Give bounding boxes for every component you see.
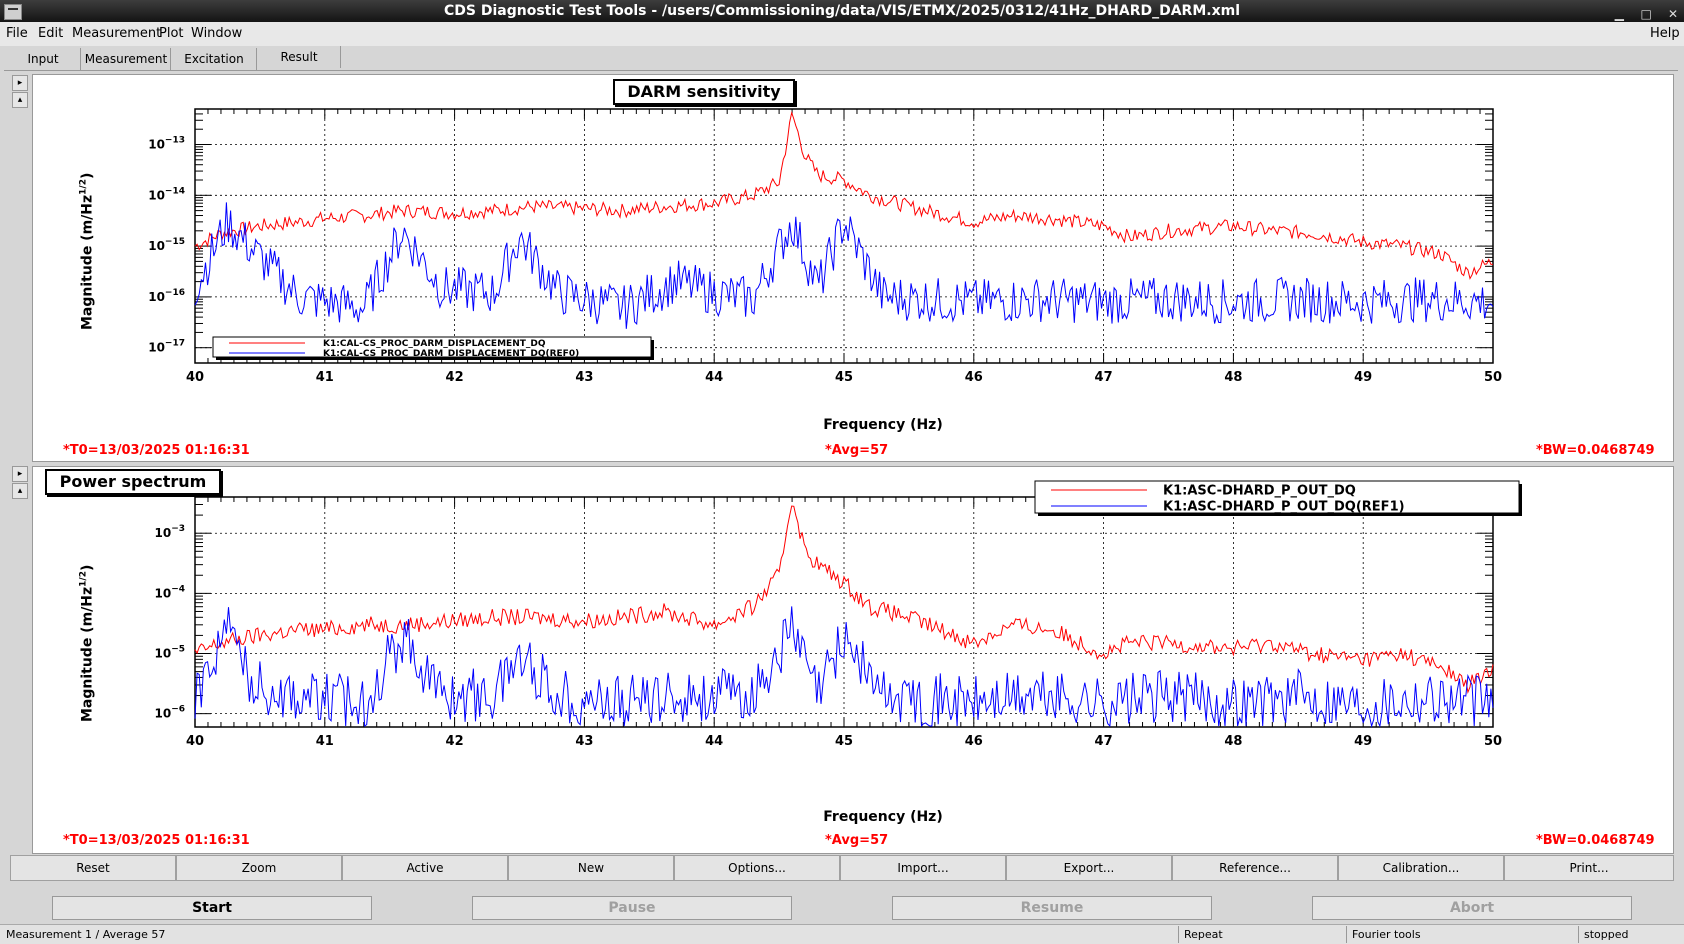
tab-result[interactable]: Result [258, 46, 341, 68]
legend-label: K1:CAL-CS_PROC_DARM_DISPLACEMENT_DQ [323, 339, 546, 349]
x-tick-label: 44 [705, 734, 723, 749]
x-axis-label: Frequency (Hz) [823, 809, 943, 825]
pause-button[interactable]: Pause [472, 896, 792, 920]
new-button[interactable]: New [508, 855, 674, 881]
x-tick-label: 47 [1095, 734, 1113, 749]
pad1-up-button[interactable]: ▴ [12, 92, 28, 108]
x-tick-label: 43 [575, 370, 593, 385]
x-tick-label: 42 [446, 370, 464, 385]
minimize-icon[interactable]: ▁ [1612, 7, 1626, 21]
y-tick-label: 10−3 [154, 524, 185, 540]
y-tick-label: 10−16 [148, 288, 185, 304]
status-measurement: Measurement 1 / Average 57 [6, 928, 166, 941]
tab-excitation[interactable]: Excitation [172, 48, 257, 70]
legend-label: K1:CAL-CS_PROC_DARM_DISPLACEMENT_DQ(REF0… [323, 349, 579, 359]
menubar: File Edit Measurement Plot Window Help [0, 22, 1684, 46]
x-tick-label: 48 [1224, 734, 1242, 749]
import-button[interactable]: Import... [840, 855, 1006, 881]
status-state: stopped [1584, 928, 1629, 941]
pad2-up-button[interactable]: ▴ [12, 483, 28, 499]
x-tick-label: 44 [705, 370, 723, 385]
window-menu-icon[interactable] [4, 4, 22, 20]
y-tick-label: 10−4 [154, 584, 185, 600]
legend-label: K1:ASC-DHARD_P_OUT_DQ [1163, 484, 1356, 499]
window-titlebar[interactable]: CDS Diagnostic Test Tools - /users/Commi… [0, 0, 1684, 22]
x-tick-label: 41 [316, 734, 334, 749]
export-button[interactable]: Export... [1006, 855, 1172, 881]
menu-edit[interactable]: Edit [38, 26, 63, 41]
x-tick-label: 46 [965, 370, 983, 385]
maximize-icon[interactable]: □ [1639, 7, 1653, 21]
y-tick-label: 10−15 [148, 237, 185, 253]
avg-info: *Avg=57 [825, 833, 889, 848]
bw-info: *BW=0.0468749 [1536, 833, 1655, 848]
active-button[interactable]: Active [342, 855, 508, 881]
y-axis-label: Magnitude (m/Hz1/2) [78, 172, 96, 331]
tab-input[interactable]: Input [6, 48, 81, 70]
x-tick-label: 45 [835, 734, 853, 749]
x-tick-label: 40 [186, 734, 204, 749]
bw-info: *BW=0.0468749 [1536, 443, 1655, 458]
menu-help[interactable]: Help [1650, 26, 1680, 41]
y-tick-label: 10−6 [154, 705, 185, 721]
reset-button[interactable]: Reset [10, 855, 176, 881]
x-tick-label: 47 [1095, 370, 1113, 385]
y-tick-label: 10−13 [148, 136, 185, 152]
x-tick-label: 50 [1484, 734, 1502, 749]
x-tick-label: 49 [1354, 734, 1372, 749]
plot-title: Power spectrum [45, 469, 221, 495]
x-tick-label: 41 [316, 370, 334, 385]
tab-measurement[interactable]: Measurement [82, 48, 171, 70]
plot-pad-darm[interactable]: 40 41 42 43 44 45 46 47 48 49 50 10−13 10−14 10−15 10−… [32, 74, 1674, 462]
t0-info: *T0=13/03/2025 01:16:31 [63, 833, 250, 848]
plot-title: DARM sensitivity [613, 79, 795, 105]
status-tools: Fourier tools [1352, 928, 1421, 941]
x-tick-label: 48 [1224, 370, 1242, 385]
resume-button[interactable]: Resume [892, 896, 1212, 920]
options-button[interactable]: Options... [674, 855, 840, 881]
plot-function-buttons: Reset Zoom Active New Options... Import.… [10, 855, 1674, 881]
reference-button[interactable]: Reference... [1172, 855, 1338, 881]
menu-file[interactable]: File [6, 26, 28, 41]
x-tick-label: 50 [1484, 370, 1502, 385]
pad1-expand-button[interactable]: ▸ [12, 75, 28, 91]
x-axis-label: Frequency (Hz) [823, 417, 943, 433]
x-tick-label: 45 [835, 370, 853, 385]
pad2-expand-button[interactable]: ▸ [12, 466, 28, 482]
abort-button[interactable]: Abort [1312, 896, 1632, 920]
x-tick-label: 42 [446, 734, 464, 749]
start-button[interactable]: Start [52, 896, 372, 920]
x-tick-label: 40 [186, 370, 204, 385]
status-bar: Measurement 1 / Average 57 Repeat Fourie… [0, 924, 1684, 944]
y-tick-label: 10−14 [148, 186, 185, 202]
power-chart: 40 41 42 43 44 45 46 47 48 49 50 10−3 10−4 10−5 10−6 K1… [154, 480, 1522, 749]
x-tick-label: 49 [1354, 370, 1372, 385]
y-tick-label: 10−17 [148, 339, 185, 355]
menu-plot[interactable]: Plot [159, 26, 184, 41]
close-icon[interactable]: ✕ [1666, 7, 1680, 21]
legend-label: K1:ASC-DHARD_P_OUT_DQ(REF1) [1163, 500, 1405, 515]
x-tick-label: 43 [575, 734, 593, 749]
zoom-button[interactable]: Zoom [176, 855, 342, 881]
print-button[interactable]: Print... [1504, 855, 1674, 881]
avg-info: *Avg=57 [825, 443, 889, 458]
y-tick-label: 10−5 [154, 645, 185, 661]
x-tick-label: 46 [965, 734, 983, 749]
menu-measurement[interactable]: Measurement [72, 26, 161, 41]
y-axis-label: Magnitude (m/Hz1/2) [78, 564, 96, 723]
calibration-button[interactable]: Calibration... [1338, 855, 1504, 881]
darm-chart: 40 41 42 43 44 45 46 47 48 49 50 10−13 10−14 10−15 10−… [148, 108, 1502, 385]
window-title: CDS Diagnostic Test Tools - /users/Commi… [444, 3, 1240, 19]
status-repeat: Repeat [1184, 928, 1223, 941]
menu-window[interactable]: Window [191, 26, 242, 41]
plot-pad-power[interactable]: 40 41 42 43 44 45 46 47 48 49 50 10−3 10−4 10−5 10−6 K1… [32, 466, 1674, 854]
t0-info: *T0=13/03/2025 01:16:31 [63, 443, 250, 458]
